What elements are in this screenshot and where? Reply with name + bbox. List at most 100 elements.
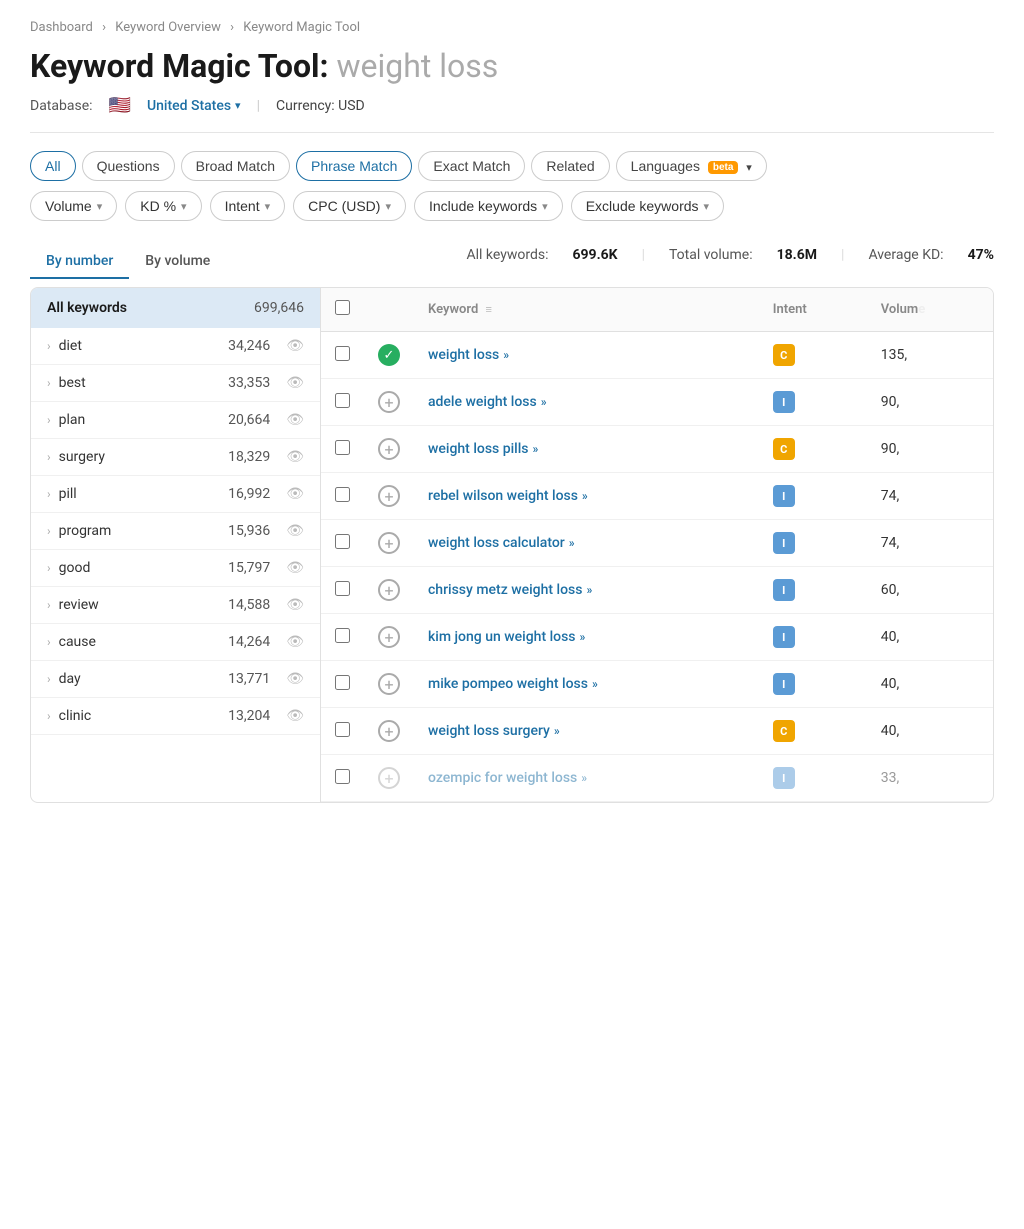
row-add-cell[interactable]: + xyxy=(364,379,414,426)
row-add-cell[interactable]: + xyxy=(364,473,414,520)
sidebar-item-plan[interactable]: › plan 20,664 👁 xyxy=(31,402,320,439)
row-add-cell[interactable]: + xyxy=(364,755,414,802)
eye-icon[interactable]: 👁 xyxy=(286,375,304,391)
include-keywords-filter[interactable]: Include keywords ▾ xyxy=(414,191,563,221)
intent-filter[interactable]: Intent ▾ xyxy=(210,191,286,221)
eye-icon[interactable]: 👁 xyxy=(286,597,304,613)
row-keyword-cell[interactable]: kim jong un weight loss » xyxy=(414,614,759,661)
row-checkbox[interactable] xyxy=(335,346,350,361)
cpc-filter[interactable]: CPC (USD) ▾ xyxy=(293,191,406,221)
row-checkbox-cell[interactable] xyxy=(321,379,364,426)
row-add-cell[interactable]: + xyxy=(364,614,414,661)
exclude-keywords-filter[interactable]: Exclude keywords ▾ xyxy=(571,191,724,221)
sidebar-item-review[interactable]: › review 14,588 👁 xyxy=(31,587,320,624)
sidebar-item-best[interactable]: › best 33,353 👁 xyxy=(31,365,320,402)
row-add-cell[interactable]: + xyxy=(364,661,414,708)
row-checkbox-cell[interactable] xyxy=(321,755,364,802)
keyword-link[interactable]: chrissy metz weight loss » xyxy=(428,582,745,598)
keyword-link[interactable]: kim jong un weight loss » xyxy=(428,629,745,645)
row-checkbox-cell[interactable] xyxy=(321,614,364,661)
row-keyword-cell[interactable]: chrissy metz weight loss » xyxy=(414,567,759,614)
row-add-cell[interactable]: + xyxy=(364,520,414,567)
row-keyword-cell[interactable]: weight loss pills » xyxy=(414,426,759,473)
country-selector[interactable]: United States ▾ xyxy=(147,98,241,114)
sidebar-item-pill[interactable]: › pill 16,992 👁 xyxy=(31,476,320,513)
row-checkbox-cell[interactable] xyxy=(321,332,364,379)
select-all-checkbox[interactable] xyxy=(335,300,350,315)
sidebar-item-diet[interactable]: › diet 34,246 👁 xyxy=(31,328,320,365)
row-checkbox[interactable] xyxy=(335,769,350,784)
add-keyword-icon[interactable]: + xyxy=(378,532,400,554)
tab-exact-match[interactable]: Exact Match xyxy=(418,151,525,181)
sidebar-item-good[interactable]: › good 15,797 👁 xyxy=(31,550,320,587)
add-keyword-icon[interactable]: + xyxy=(378,485,400,507)
row-checkbox-cell[interactable] xyxy=(321,426,364,473)
row-keyword-cell[interactable]: weight loss surgery » xyxy=(414,708,759,755)
eye-icon[interactable]: 👁 xyxy=(286,449,304,465)
eye-icon[interactable]: 👁 xyxy=(286,634,304,650)
row-keyword-cell[interactable]: adele weight loss » xyxy=(414,379,759,426)
row-checkbox[interactable] xyxy=(335,722,350,737)
add-keyword-icon[interactable]: + xyxy=(378,673,400,695)
breadcrumb-dashboard[interactable]: Dashboard xyxy=(30,20,93,35)
keyword-link[interactable]: mike pompeo weight loss » xyxy=(428,676,745,692)
eye-icon[interactable]: 👁 xyxy=(286,560,304,576)
row-checkbox-cell[interactable] xyxy=(321,520,364,567)
keyword-link[interactable]: weight loss calculator » xyxy=(428,535,745,551)
tab-related[interactable]: Related xyxy=(531,151,609,181)
sidebar-item-day[interactable]: › day 13,771 👁 xyxy=(31,661,320,698)
row-add-cell[interactable]: + xyxy=(364,708,414,755)
keyword-link[interactable]: rebel wilson weight loss » xyxy=(428,488,745,504)
sidebar-item-clinic[interactable]: › clinic 13,204 👁 xyxy=(31,698,320,735)
row-keyword-cell[interactable]: weight loss » xyxy=(414,332,759,379)
add-keyword-icon[interactable]: + xyxy=(378,438,400,460)
row-checkbox[interactable] xyxy=(335,581,350,596)
keyword-link[interactable]: adele weight loss » xyxy=(428,394,745,410)
row-checkbox[interactable] xyxy=(335,675,350,690)
tab-questions[interactable]: Questions xyxy=(82,151,175,181)
eye-icon[interactable]: 👁 xyxy=(286,412,304,428)
row-checkbox-cell[interactable] xyxy=(321,473,364,520)
keyword-link[interactable]: ozempic for weight loss » xyxy=(428,770,745,786)
row-checkbox-cell[interactable] xyxy=(321,567,364,614)
row-add-cell[interactable]: ✓ xyxy=(364,332,414,379)
row-checkbox[interactable] xyxy=(335,534,350,549)
add-keyword-icon[interactable]: + xyxy=(378,626,400,648)
row-add-cell[interactable]: + xyxy=(364,567,414,614)
keyword-added-icon[interactable]: ✓ xyxy=(378,344,400,366)
row-checkbox[interactable] xyxy=(335,440,350,455)
row-keyword-cell[interactable]: weight loss calculator » xyxy=(414,520,759,567)
row-checkbox-cell[interactable] xyxy=(321,661,364,708)
tab-languages[interactable]: Languages beta ▾ xyxy=(616,151,767,181)
add-keyword-icon[interactable]: + xyxy=(378,720,400,742)
row-keyword-cell[interactable]: rebel wilson weight loss » xyxy=(414,473,759,520)
keyword-link[interactable]: weight loss pills » xyxy=(428,441,745,457)
tab-all[interactable]: All xyxy=(30,151,76,181)
volume-filter[interactable]: Volume ▾ xyxy=(30,191,117,221)
row-checkbox[interactable] xyxy=(335,628,350,643)
row-keyword-cell[interactable]: ozempic for weight loss » xyxy=(414,755,759,802)
keyword-link[interactable]: weight loss surgery » xyxy=(428,723,745,739)
tab-by-volume[interactable]: By volume xyxy=(129,245,226,279)
sidebar-item-program[interactable]: › program 15,936 👁 xyxy=(31,513,320,550)
eye-icon[interactable]: 👁 xyxy=(286,486,304,502)
row-add-cell[interactable]: + xyxy=(364,426,414,473)
add-keyword-icon[interactable]: + xyxy=(378,767,400,789)
add-keyword-icon[interactable]: + xyxy=(378,579,400,601)
eye-icon[interactable]: 👁 xyxy=(286,671,304,687)
row-checkbox[interactable] xyxy=(335,487,350,502)
eye-icon[interactable]: 👁 xyxy=(286,708,304,724)
sidebar-item-surgery[interactable]: › surgery 18,329 👁 xyxy=(31,439,320,476)
tab-broad-match[interactable]: Broad Match xyxy=(181,151,290,181)
row-keyword-cell[interactable]: mike pompeo weight loss » xyxy=(414,661,759,708)
row-checkbox[interactable] xyxy=(335,393,350,408)
breadcrumb-keyword-magic[interactable]: Keyword Magic Tool xyxy=(243,20,360,35)
sidebar-item-cause[interactable]: › cause 14,264 👁 xyxy=(31,624,320,661)
tab-phrase-match[interactable]: Phrase Match xyxy=(296,151,412,181)
keyword-link[interactable]: weight loss » xyxy=(428,347,745,363)
eye-icon[interactable]: 👁 xyxy=(286,338,304,354)
kd-filter[interactable]: KD % ▾ xyxy=(125,191,201,221)
tab-by-number[interactable]: By number xyxy=(30,245,129,279)
add-keyword-icon[interactable]: + xyxy=(378,391,400,413)
breadcrumb-keyword-overview[interactable]: Keyword Overview xyxy=(115,20,221,35)
